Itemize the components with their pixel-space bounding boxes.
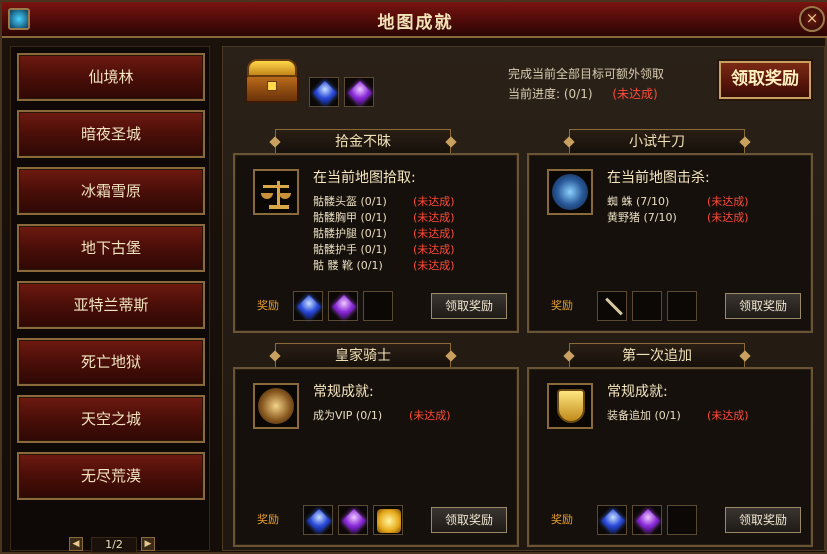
scale-icon [253,169,299,215]
map-item-1[interactable]: 仙境林 [17,53,205,101]
map-list: 仙境林 暗夜圣城 冰霜雪原 地下古堡 亚特兰蒂斯 死亡地狱 天空之城 无尽荒漠 … [10,46,210,553]
next-arrow-icon[interactable]: ▶ [141,537,155,551]
overview-description: 完成当前全部目标可额外领取 [508,67,665,81]
card-title: 常规成就: [313,384,374,400]
section-head-4: 第一次追加 [569,343,745,369]
spider-icon [547,169,593,215]
reward-slot[interactable] [328,291,358,321]
pager: ◀ 1/2 ▶ [69,537,159,553]
prev-arrow-icon[interactable]: ◀ [69,537,83,551]
claim-reward-button[interactable]: 领取奖励 [431,507,507,533]
reward-label: 奖励 [551,299,573,312]
section-head-2: 小试牛刀 [569,129,745,155]
reward-label: 奖励 [257,513,279,526]
empty-slot [667,505,697,535]
task-row: 骷髅护腿 (0/1) (未达成) [313,227,455,240]
task-row: 骷髅胸甲 (0/1) (未达成) [313,211,455,224]
card-title: 在当前地图击杀: [607,170,710,186]
blue-gem-icon [306,508,332,534]
map-item-5[interactable]: 亚特兰蒂斯 [17,281,205,329]
section-head-1: 拾金不昧 [275,129,451,155]
claim-all-button[interactable]: 领取奖励 [719,61,811,99]
window-title: 地图成就 [377,13,454,33]
map-item-4[interactable]: 地下古堡 [17,224,205,272]
empty-slot [667,291,697,321]
reward-slot[interactable] [303,505,333,535]
reward-slot[interactable] [293,291,323,321]
claim-reward-button[interactable]: 领取奖励 [725,293,801,319]
purple-gem-icon [347,80,373,106]
card-title: 在当前地图拾取: [313,170,416,186]
reward-slot[interactable] [344,77,374,107]
map-item-7[interactable]: 天空之城 [17,395,205,443]
purple-gem-icon [331,294,357,320]
reward-label: 奖励 [257,299,279,312]
gold-item-icon [377,509,401,533]
empty-slot [363,291,393,321]
blue-gem-icon [600,508,626,534]
claim-reward-button[interactable]: 领取奖励 [725,507,801,533]
sword-icon [605,297,623,316]
task-row: 蜘 蛛 (7/10) (未达成) [607,195,749,208]
card-title: 常规成就: [607,384,668,400]
progress-label: 当前进度: (0/1) [508,87,593,101]
claim-reward-button[interactable]: 领取奖励 [431,293,507,319]
achievement-card: 在当前地图击杀: 蜘 蛛 (7/10) (未达成) 黄野猪 (7/10) (未达成)… [527,153,813,333]
close-button[interactable]: × [799,6,825,32]
overview-panel: 完成当前全部目标可额外领取 当前进度: (0/1) (未达成) 领取奖励 [223,47,826,111]
task-row: 骷 髅 靴 (0/1) (未达成) [313,259,455,272]
achievement-card: 常规成就: 装备追加 (0/1) (未达成) 奖励 领取奖励 [527,367,813,547]
map-item-2[interactable]: 暗夜圣城 [17,110,205,158]
reward-slot[interactable] [373,505,403,535]
reward-slot[interactable] [338,505,368,535]
treasure-chest-icon [241,53,303,105]
purple-gem-icon [635,508,661,534]
progress-status: (未达成) [612,87,658,101]
reward-slot[interactable] [309,77,339,107]
map-item-6[interactable]: 死亡地狱 [17,338,205,386]
task-row: 装备追加 (0/1) (未达成) [607,409,749,422]
task-row: 骷髅头盔 (0/1) (未达成) [313,195,455,208]
section-head-3: 皇家骑士 [275,343,451,369]
achievement-card: 在当前地图拾取: 骷髅头盔 (0/1) (未达成) 骷髅胸甲 (0/1) (未达成)… [233,153,519,333]
achievement-card: 常规成就: 成为VIP (0/1) (未达成) 奖励 领取奖励 [233,367,519,547]
knight-icon [253,383,299,429]
reward-slot[interactable] [597,291,627,321]
map-item-8[interactable]: 无尽荒漠 [17,452,205,500]
blue-gem-icon [296,294,322,320]
blue-gem-icon [312,80,338,106]
empty-slot [632,291,662,321]
shield-icon [547,383,593,429]
achievement-window: 地图成就 × 仙境林 暗夜圣城 冰霜雪原 地下古堡 亚特兰蒂斯 死亡地狱 天空之… [0,0,827,554]
reward-slot[interactable] [632,505,662,535]
reward-label: 奖励 [551,513,573,526]
achievement-panel: 完成当前全部目标可额外领取 当前进度: (0/1) (未达成) 领取奖励 拾金不… [222,46,825,551]
reward-slot[interactable] [597,505,627,535]
task-row: 成为VIP (0/1) (未达成) [313,409,451,422]
purple-gem-icon [341,508,367,534]
title-bar: 地图成就 × [2,2,827,38]
page-indicator: 1/2 [91,537,137,553]
task-row: 骷髅护手 (0/1) (未达成) [313,243,455,256]
overview-progress: 当前进度: (0/1) (未达成) [508,85,658,102]
task-row: 黄野猪 (7/10) (未达成) [607,211,749,224]
map-item-3[interactable]: 冰霜雪原 [17,167,205,215]
